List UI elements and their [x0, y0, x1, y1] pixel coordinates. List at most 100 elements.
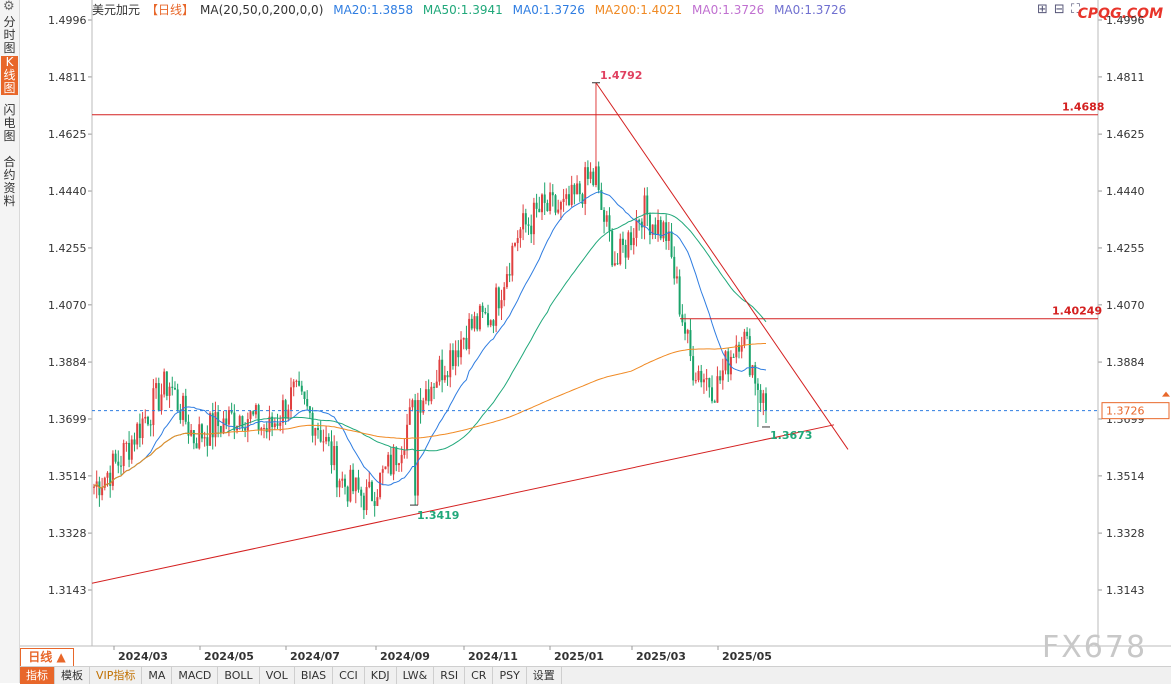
- period-button[interactable]: 日线 ▲: [20, 648, 74, 667]
- candle-body: [541, 194, 543, 213]
- toolbar-item[interactable]: BOLL: [218, 667, 260, 684]
- y-tick-label: 1.3514: [1106, 470, 1145, 483]
- candle-body: [98, 481, 101, 496]
- candle-body: [101, 487, 104, 496]
- y-tick-label: 1.4811: [1106, 71, 1145, 84]
- toolbar-item[interactable]: CR: [465, 667, 494, 684]
- candle-body: [106, 472, 109, 478]
- candle-body: [511, 245, 514, 276]
- y-tick-label: 1.3884: [1106, 356, 1145, 369]
- candle-body: [225, 418, 228, 425]
- toolbar-item[interactable]: VOL: [260, 667, 295, 684]
- candle-body: [762, 393, 765, 403]
- candle-body: [611, 230, 614, 266]
- candle-body: [130, 439, 133, 460]
- candle-body: [451, 350, 454, 367]
- y-tick-label: 1.3328: [48, 527, 87, 540]
- candle-body: [678, 276, 681, 315]
- candle-body: [195, 443, 198, 449]
- toolbar-item[interactable]: PSY: [493, 667, 527, 684]
- toolbar-item[interactable]: MACD: [172, 667, 219, 684]
- candle-body: [317, 427, 319, 431]
- candle-body: [621, 238, 624, 245]
- candle-body: [384, 466, 387, 470]
- candle-body: [292, 381, 295, 388]
- candle-body: [697, 370, 700, 381]
- toolbar-item[interactable]: RSI: [434, 667, 466, 684]
- candle-body: [613, 263, 616, 266]
- candle-body: [165, 371, 168, 396]
- candle-body: [605, 215, 608, 222]
- candle-body: [279, 422, 282, 426]
- toolbar-item[interactable]: BIAS: [295, 667, 334, 684]
- toolbar-item[interactable]: VIP指标: [90, 667, 143, 684]
- x-tick-label: 2025/01: [554, 650, 604, 663]
- candle-body: [716, 376, 719, 403]
- candle-body: [141, 418, 144, 439]
- candle-body: [128, 442, 131, 460]
- y-tick-label: 1.4625: [1106, 128, 1145, 141]
- candle-body: [719, 376, 722, 381]
- toolbar-item[interactable]: 指标: [20, 667, 55, 684]
- candle-body: [176, 389, 179, 410]
- candle-body: [505, 274, 508, 288]
- candle-body: [406, 424, 409, 451]
- candle-body: [665, 222, 668, 241]
- candle-body: [708, 378, 711, 388]
- y-tick-label: 1.4070: [1106, 299, 1145, 312]
- candle-body: [527, 224, 530, 226]
- candle-body: [543, 194, 546, 203]
- candle-body: [594, 166, 597, 186]
- candle-body: [562, 198, 565, 203]
- candle-body: [138, 423, 141, 439]
- ma50-line: [93, 212, 767, 489]
- candle-body: [684, 322, 687, 334]
- candle-body: [330, 441, 333, 466]
- y-tick-label: 1.3884: [48, 356, 87, 369]
- candle-body: [460, 339, 463, 358]
- candle-body: [565, 194, 568, 199]
- candle-body: [549, 192, 552, 212]
- candle-body: [551, 192, 554, 196]
- candle-body: [702, 379, 705, 383]
- toolbar-item[interactable]: MA: [142, 667, 173, 684]
- y-tick-label: 1.4255: [48, 242, 87, 255]
- toolbar-item[interactable]: KDJ: [365, 667, 397, 684]
- candle-body: [276, 423, 279, 426]
- candle-body: [484, 311, 487, 314]
- candle-body: [627, 232, 630, 258]
- x-tick-label: 2024/09: [380, 650, 430, 663]
- x-tick-label: 2025/05: [722, 650, 772, 663]
- candle-body: [155, 383, 158, 389]
- candle-body: [298, 380, 301, 386]
- candle-body: [403, 450, 406, 455]
- candle-body: [570, 184, 573, 205]
- current-price-label: 1.3726: [1106, 405, 1145, 418]
- ma200-line: [93, 343, 766, 489]
- candle-body: [586, 167, 589, 179]
- candle-body: [281, 400, 284, 423]
- candle-body: [354, 477, 357, 492]
- candle-body: [327, 436, 330, 442]
- arrow-up-icon: [1162, 391, 1170, 397]
- candle-body: [538, 208, 541, 213]
- candle-body: [136, 423, 139, 445]
- candle-body: [751, 365, 754, 376]
- toolbar-item[interactable]: CCI: [333, 667, 365, 684]
- candle-body: [244, 428, 247, 431]
- candle-body: [705, 378, 708, 380]
- candle-body: [157, 383, 160, 411]
- toolbar-item[interactable]: LW&: [397, 667, 435, 684]
- toolbar-item[interactable]: 模板: [55, 667, 90, 684]
- candle-body: [578, 183, 581, 195]
- candle-body: [424, 389, 427, 401]
- candle-body: [192, 430, 195, 444]
- resistance-trendline: [595, 82, 849, 450]
- toolbar-item[interactable]: 设置: [527, 667, 562, 684]
- candle-body: [532, 202, 535, 235]
- candle-body: [362, 495, 365, 511]
- candle-body: [219, 426, 222, 434]
- candle-body: [694, 380, 697, 382]
- candle-body: [152, 388, 155, 426]
- low-label: 1.3419: [417, 509, 459, 522]
